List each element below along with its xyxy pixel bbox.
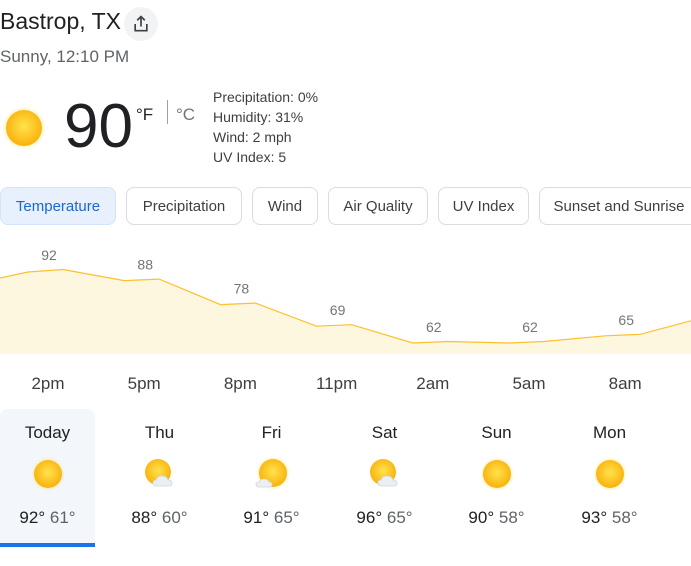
tab-precipitation[interactable]: Precipitation (126, 187, 242, 225)
tab-temperature[interactable]: Temperature (0, 187, 116, 225)
data-label: 62 (426, 319, 442, 335)
forecast-day-sat[interactable]: Sat 96° 65° (337, 409, 432, 547)
uv-index-detail: UV Index: 5 (213, 149, 287, 165)
wind-detail: Wind: 2 mph (213, 129, 292, 145)
low-temp: 61° (49, 508, 76, 527)
hour-label: 2am (416, 374, 450, 393)
day-name: Sun (481, 423, 512, 442)
unit-divider (167, 100, 168, 124)
low-temp: 65° (386, 508, 413, 527)
day-name: Today (24, 423, 71, 442)
forecast-day-today[interactable]: Today 92° 61° (0, 409, 95, 547)
weather-details: Precipitation: 0% Humidity: 31% Wind: 2 … (213, 87, 318, 167)
tab-uv-index[interactable]: UV Index (438, 187, 529, 225)
high-temp: 92° (19, 508, 46, 527)
current-temperature: 90 (64, 92, 133, 161)
day-temps: 93° 58° (562, 508, 657, 528)
data-label: 92 (41, 247, 57, 263)
unit-celsius-button[interactable]: °C (176, 105, 195, 125)
hour-label: 11pm (315, 374, 358, 393)
day-name: Mon (592, 423, 627, 442)
precipitation-detail: Precipitation: 0% (213, 89, 319, 105)
forecast-day-mon[interactable]: Mon 93° 58° (562, 409, 657, 547)
high-temp: 88° (131, 508, 158, 527)
partly-cloudy-icon (145, 459, 173, 487)
low-temp: 58° (498, 508, 525, 527)
humidity-detail: Humidity: 31% (213, 109, 304, 125)
high-temp: 96° (356, 508, 383, 527)
share-icon (134, 15, 148, 32)
day-name: Fri (261, 423, 282, 442)
data-label: 62 (522, 319, 538, 335)
day-temps: 90° 58° (449, 508, 544, 528)
day-temps: 88° 60° (112, 508, 207, 528)
high-temp: 91° (243, 508, 270, 527)
high-temp: 90° (468, 508, 495, 527)
day-temps: 92° 61° (0, 508, 95, 528)
hour-label: 5am (512, 374, 546, 393)
sun-icon (2, 106, 46, 150)
share-button[interactable] (124, 7, 158, 41)
forecast-day-thu[interactable]: Thu 88° 60° (112, 409, 207, 547)
low-temp: 58° (611, 508, 638, 527)
mostly-sunny-icon (255, 457, 289, 490)
unit-fahrenheit-button[interactable]: °F (136, 105, 153, 125)
hour-label: 2pm (31, 374, 65, 393)
data-label: 88 (137, 257, 153, 273)
sun-icon (480, 457, 514, 491)
data-label: 78 (234, 281, 250, 297)
day-temps: 96° 65° (337, 508, 432, 528)
low-temp: 60° (161, 508, 188, 527)
location-title: Bastrop, TX (0, 8, 122, 34)
high-temp: 93° (581, 508, 608, 527)
sun-icon (31, 457, 65, 491)
condition-text: Sunny, 12:10 PM (0, 47, 130, 66)
temperature-chart: 92 88 78 69 62 62 65 (0, 247, 691, 354)
forecast-day-sun[interactable]: Sun 90° 58° (449, 409, 544, 547)
day-name: Thu (144, 423, 175, 442)
partly-cloudy-icon (370, 459, 398, 487)
day-name: Sat (371, 423, 398, 442)
tab-wind[interactable]: Wind (252, 187, 318, 225)
tab-sunset-sunrise[interactable]: Sunset and Sunrise (539, 187, 691, 225)
forecast-day-fri[interactable]: Fri 91° 65° (224, 409, 319, 547)
hour-label: 8pm (223, 374, 257, 393)
sun-icon (593, 457, 627, 491)
data-label: 65 (618, 312, 634, 328)
low-temp: 65° (273, 508, 300, 527)
tab-air-quality[interactable]: Air Quality (328, 187, 428, 225)
day-temps: 91° 65° (224, 508, 319, 528)
hour-label: 8am (608, 374, 642, 393)
data-label: 69 (330, 302, 346, 318)
temperature-area (0, 269, 691, 354)
hour-label: 5pm (127, 374, 161, 393)
